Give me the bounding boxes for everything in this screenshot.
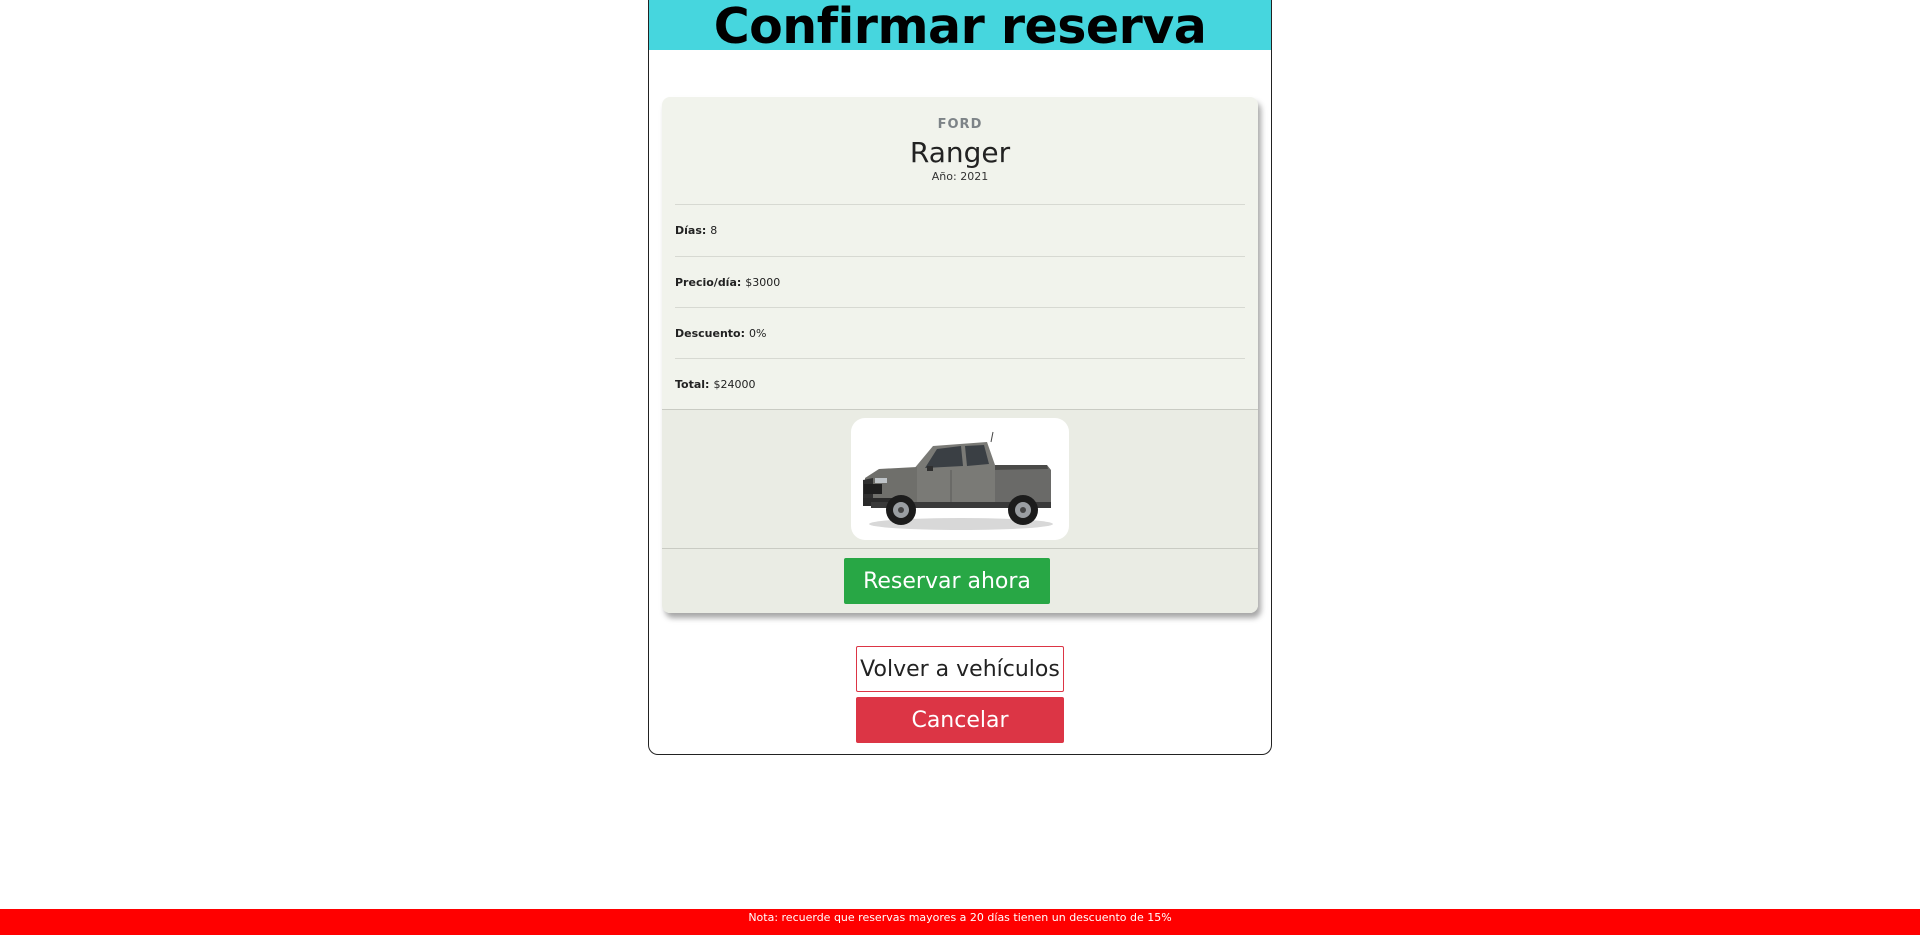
- detail-row-price-per-day: Precio/día: $3000: [675, 256, 1245, 307]
- vehicle-image-area: [662, 409, 1258, 549]
- detail-label: Días:: [675, 224, 707, 237]
- reservation-details: Días: 8 Precio/día: $3000 Descuento: 0% …: [675, 204, 1245, 409]
- detail-row-total: Total: $24000: [675, 358, 1245, 409]
- detail-value: $3000: [745, 275, 781, 289]
- reservation-panel: Confirmar reserva FORD Ranger Año: 2021 …: [648, 0, 1272, 755]
- vehicle-brand: FORD: [937, 117, 983, 132]
- vehicle-card-header: FORD Ranger Año: 2021: [662, 97, 1258, 184]
- detail-row-discount: Descuento: 0%: [675, 307, 1245, 358]
- vehicle-image: [851, 418, 1069, 540]
- detail-value: 0%: [749, 326, 767, 340]
- vehicle-model: Ranger: [909, 136, 1011, 169]
- detail-label: Total:: [675, 377, 710, 391]
- page-title: Confirmar reserva: [713, 0, 1207, 55]
- page: Confirmar reserva FORD Ranger Año: 2021 …: [0, 0, 1920, 935]
- vehicle-card: FORD Ranger Año: 2021 Días: 8 Precio/día…: [662, 97, 1258, 613]
- detail-label: Precio/día:: [675, 275, 742, 289]
- vehicle-year: Año: 2021: [931, 170, 989, 183]
- title-bar: Confirmar reserva: [649, 0, 1271, 55]
- back-to-vehicles-button[interactable]: Volver a vehículos: [856, 646, 1064, 692]
- pickup-truck-image: [863, 431, 1053, 530]
- discount-note: Nota: recuerde que reservas mayores a 20…: [748, 911, 1172, 924]
- cancel-button[interactable]: Cancelar: [856, 697, 1064, 743]
- detail-value: $24000: [713, 377, 756, 391]
- discount-note-bar: Nota: recuerde que reservas mayores a 20…: [0, 909, 1920, 935]
- reserve-now-button[interactable]: Reservar ahora: [844, 558, 1050, 604]
- detail-label: Descuento:: [675, 326, 745, 340]
- detail-row-days: Días: 8: [675, 204, 1245, 256]
- detail-value: 8: [710, 224, 718, 237]
